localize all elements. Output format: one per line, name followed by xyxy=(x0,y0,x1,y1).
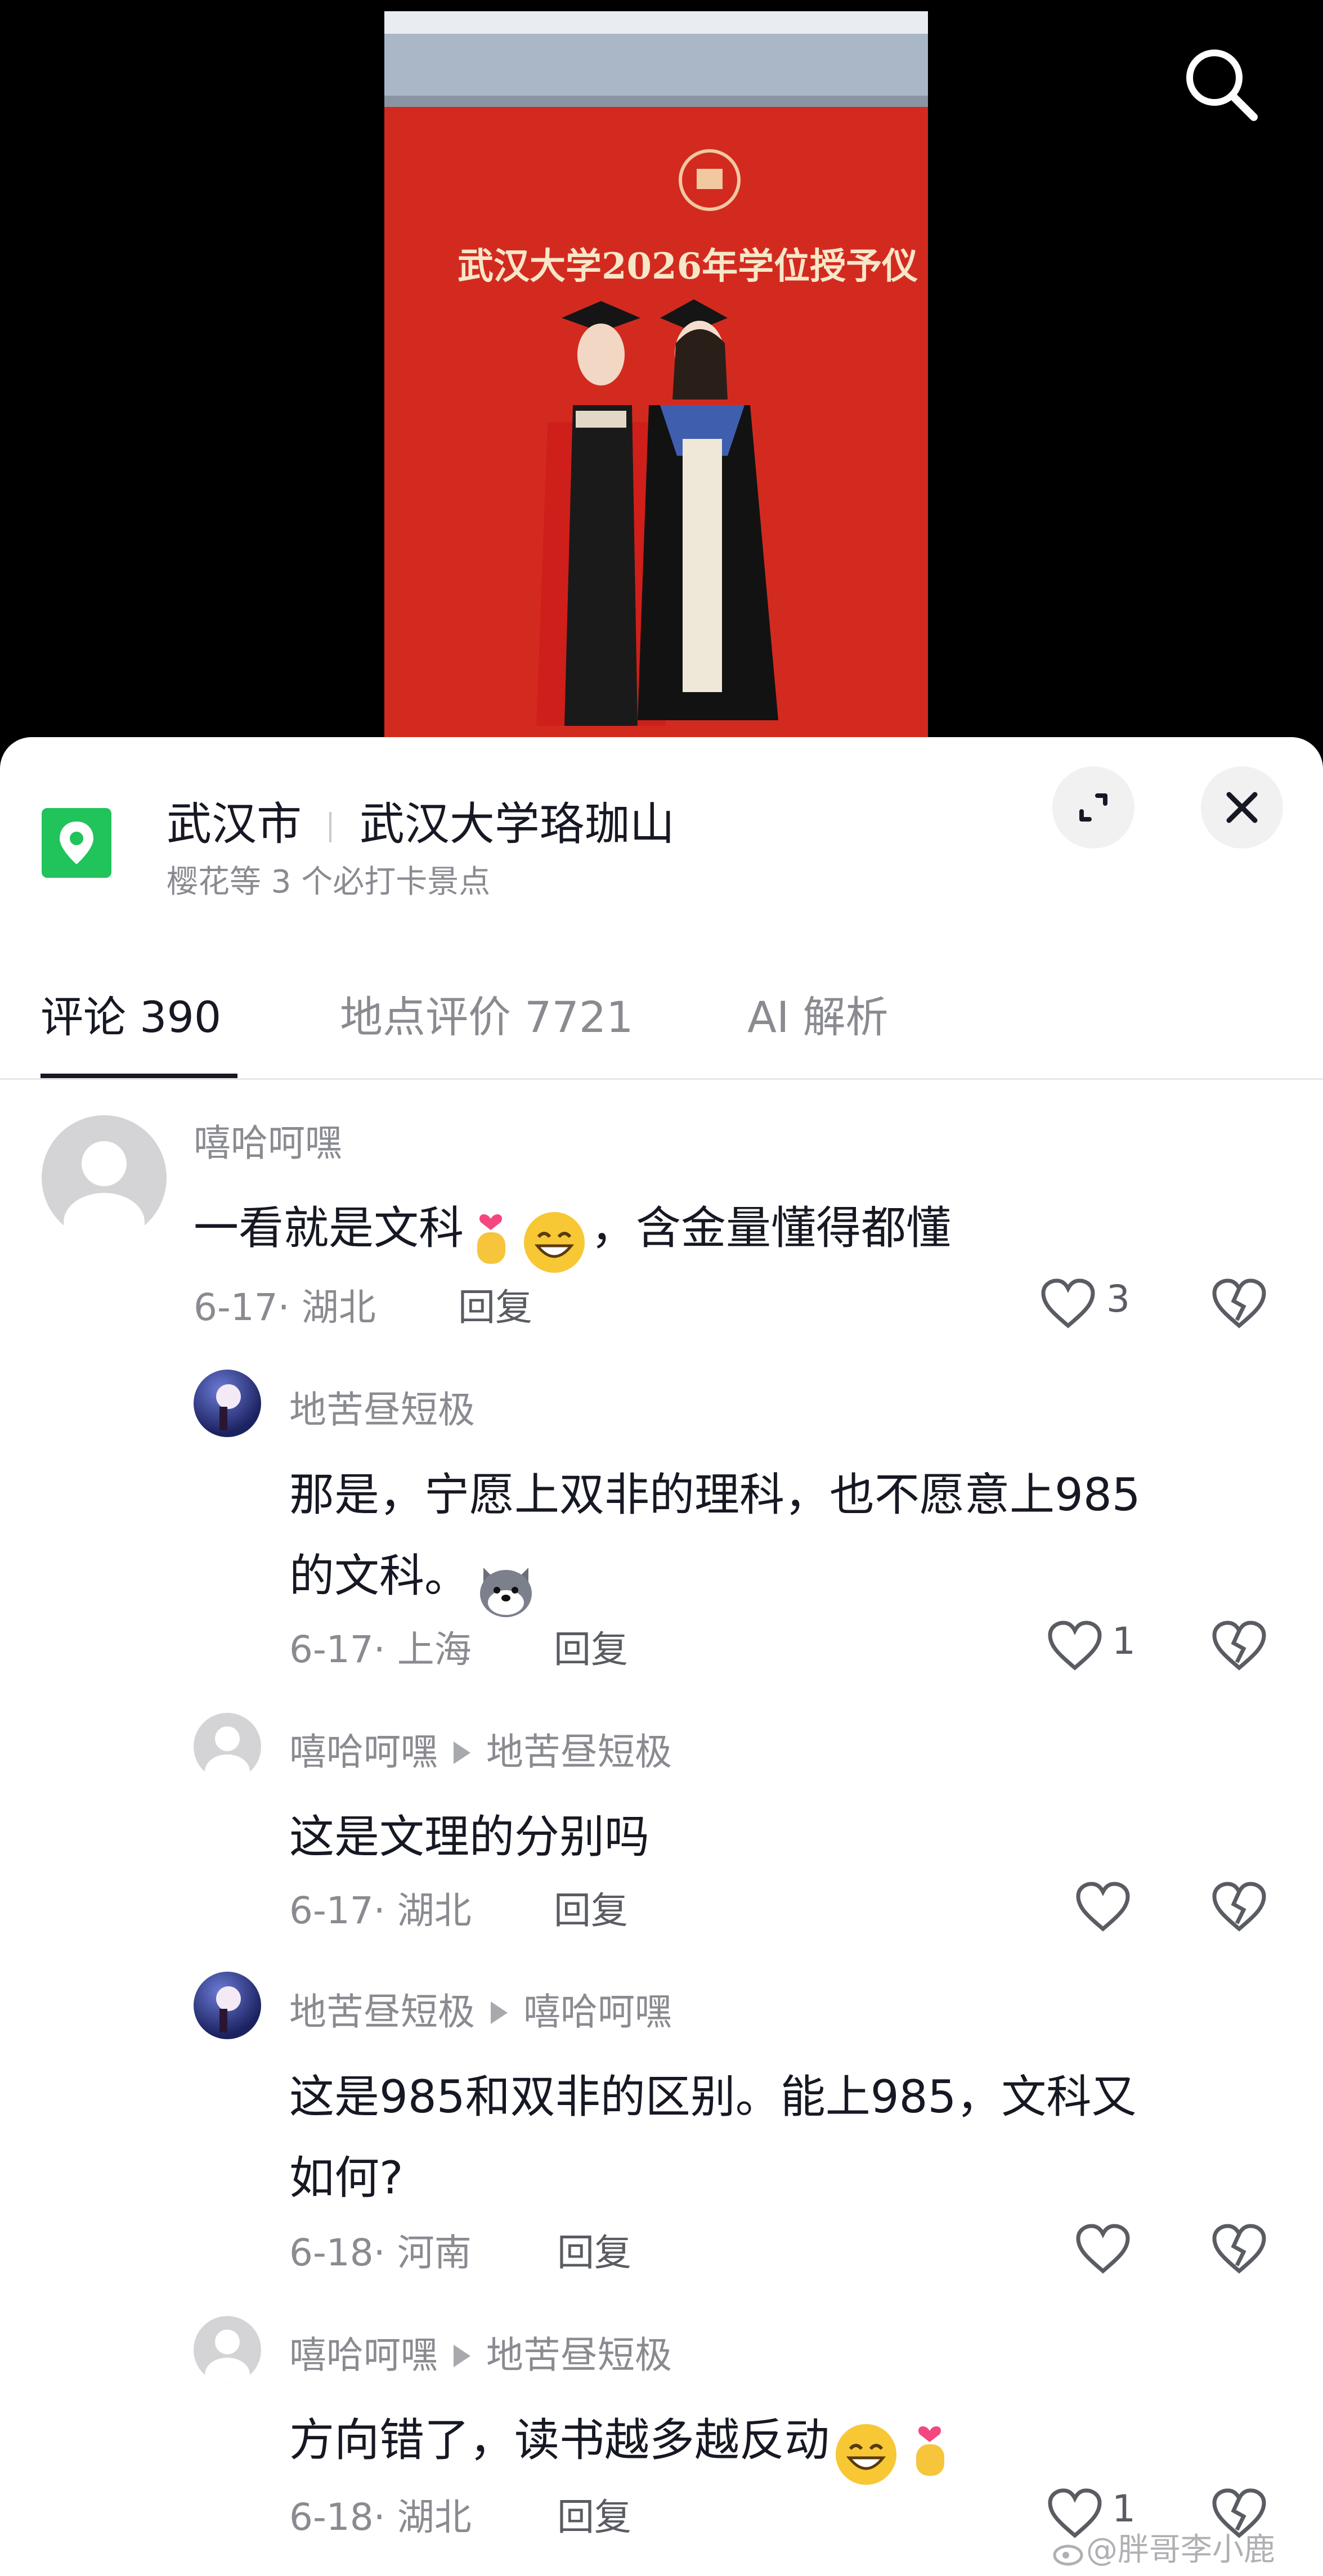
comment-text-line2[interactable]: 的文科。 xyxy=(289,1540,542,1618)
heart-icon xyxy=(1048,1621,1102,1671)
comment-username[interactable]: 地苦昼短极 xyxy=(289,1380,475,1434)
avatar[interactable] xyxy=(194,1972,261,2039)
reply-button[interactable]: 回复 xyxy=(557,2223,631,2277)
heart-icon xyxy=(1076,2224,1130,2274)
tab-comments[interactable]: 评论 390 xyxy=(41,982,221,1044)
close-icon xyxy=(1226,792,1258,823)
search-button[interactable] xyxy=(1180,43,1264,127)
comment-meta: 6-18· 湖北 xyxy=(289,2496,472,2539)
avatar[interactable] xyxy=(194,1370,261,1437)
comment-text-part: 方向错了，读书越多越反动 xyxy=(289,2414,829,2466)
expand-icon xyxy=(1079,793,1107,822)
photo-illustration: 武汉大学2026年学位授予仪 xyxy=(384,11,928,737)
weibo-logo-icon xyxy=(1052,2538,1086,2566)
reply-arrow-icon xyxy=(491,2001,508,2024)
comment-username[interactable]: 嘻哈呵嘿 xyxy=(194,1113,342,1167)
comment-text[interactable]: 一看就是文科 ，含金量懂得都懂 xyxy=(194,1192,951,1273)
banner-text: 武汉大学2026年学位授予仪 xyxy=(458,245,918,288)
comment-text[interactable]: 方向错了，读书越多越反动 xyxy=(289,2404,957,2485)
comment-text-part: 的文科。 xyxy=(289,1550,469,1602)
comment-text-part: ，含金量懂得都懂 xyxy=(591,1202,951,1254)
dislike-button[interactable] xyxy=(1211,1619,1267,1673)
tabs-divider xyxy=(0,1078,1323,1080)
comment-meta: 6-17· 上海 xyxy=(289,1628,472,1671)
dislike-button[interactable] xyxy=(1211,2223,1267,2277)
comment-username[interactable]: 嘻哈呵嘿 xyxy=(289,1730,438,1774)
comment-meta: 6-17· 湖北 xyxy=(194,1286,376,1329)
avatar[interactable] xyxy=(194,2316,261,2384)
reply-header: 地苦昼短极 嘻哈呵嘿 xyxy=(289,1982,672,2036)
reply-header: 嘻哈呵嘿 地苦昼短极 xyxy=(289,1722,672,1776)
location-pin-icon xyxy=(42,808,111,880)
location-divider xyxy=(329,812,332,843)
expand-button[interactable] xyxy=(1052,766,1134,849)
like-button[interactable] xyxy=(1075,2223,1131,2277)
heart-icon xyxy=(1041,1278,1095,1329)
reply-button[interactable]: 回复 xyxy=(458,1277,532,1331)
comment-text-line1[interactable]: 那是，宁愿上双非的理科，也不愿意上985 xyxy=(289,1458,1141,1524)
tab-ai-analysis[interactable]: AI 解析 xyxy=(747,982,889,1044)
reply-to-username[interactable]: 地苦昼短极 xyxy=(486,1730,672,1774)
video-area[interactable]: 武汉大学2026年学位授予仪 xyxy=(0,0,1323,737)
avatar[interactable] xyxy=(42,1115,167,1240)
comment-text-line2[interactable]: 如何? xyxy=(289,2142,403,2207)
comment-meta: 6-17· 湖北 xyxy=(289,1889,472,1932)
avatar[interactable] xyxy=(194,1713,261,1780)
reply-arrow-icon xyxy=(454,1741,470,1764)
location-title[interactable]: 武汉市 武汉大学珞珈山 xyxy=(167,788,675,853)
reply-to-username[interactable]: 嘻哈呵嘿 xyxy=(523,1990,672,2034)
dislike-button[interactable] xyxy=(1211,1881,1267,1935)
dislike-button[interactable] xyxy=(1211,1277,1267,1331)
location-place[interactable]: 武汉大学珞珈山 xyxy=(360,798,675,850)
grin-emoji xyxy=(518,1209,591,1273)
finger-heart-emoji xyxy=(464,1209,518,1264)
heart-icon xyxy=(1076,1882,1130,1932)
reply-arrow-icon xyxy=(454,2344,470,2367)
like-count: 1 xyxy=(1112,1619,1136,1663)
close-button[interactable] xyxy=(1201,766,1283,849)
search-icon xyxy=(1186,50,1258,121)
comment-text-line1[interactable]: 这是985和双非的区别。能上985，文科又 xyxy=(289,2061,1136,2126)
tab-location-reviews[interactable]: 地点评价 7721 xyxy=(340,982,634,1044)
grin-emoji xyxy=(829,2421,903,2485)
location-city[interactable]: 武汉市 xyxy=(167,798,302,850)
like-button[interactable] xyxy=(1075,1881,1131,1935)
broken-heart-icon xyxy=(1212,1278,1266,1329)
reply-button[interactable]: 回复 xyxy=(554,1881,628,1935)
reply-button[interactable]: 回复 xyxy=(554,1619,628,1673)
reply-header: 嘻哈呵嘿 地苦昼短极 xyxy=(289,2325,672,2379)
like-count: 3 xyxy=(1106,1277,1130,1321)
comment-sheet: 武汉市 武汉大学珞珈山 樱花等 3 个必打卡景点 评论 390 地点评价 772… xyxy=(0,737,1323,2576)
like-button[interactable] xyxy=(1040,1277,1096,1331)
comment-username[interactable]: 地苦昼短极 xyxy=(289,1990,475,2034)
comment-text[interactable]: 这是文理的分别吗 xyxy=(289,1801,649,1866)
reply-to-username[interactable]: 地苦昼短极 xyxy=(486,2333,672,2377)
watermark: @胖哥李小鹿 xyxy=(1052,2524,1275,2570)
broken-heart-icon xyxy=(1212,2224,1266,2274)
broken-heart-icon xyxy=(1212,1882,1266,1932)
broken-heart-icon xyxy=(1212,1621,1266,1671)
watermark-text: @胖哥李小鹿 xyxy=(1086,2532,1275,2568)
comment-meta: 6-18· 河南 xyxy=(289,2231,472,2274)
dog-emoji xyxy=(469,1556,542,1618)
location-subtitle[interactable]: 樱花等 3 个必打卡景点 xyxy=(167,856,490,902)
comment-username[interactable]: 嘻哈呵嘿 xyxy=(289,2333,438,2377)
like-button[interactable] xyxy=(1047,1619,1103,1673)
finger-heart-emoji xyxy=(903,2421,957,2476)
reply-button[interactable]: 回复 xyxy=(557,2487,631,2541)
graduation-photo: 武汉大学2026年学位授予仪 xyxy=(384,11,928,737)
comment-text-part: 一看就是文科 xyxy=(194,1202,464,1254)
